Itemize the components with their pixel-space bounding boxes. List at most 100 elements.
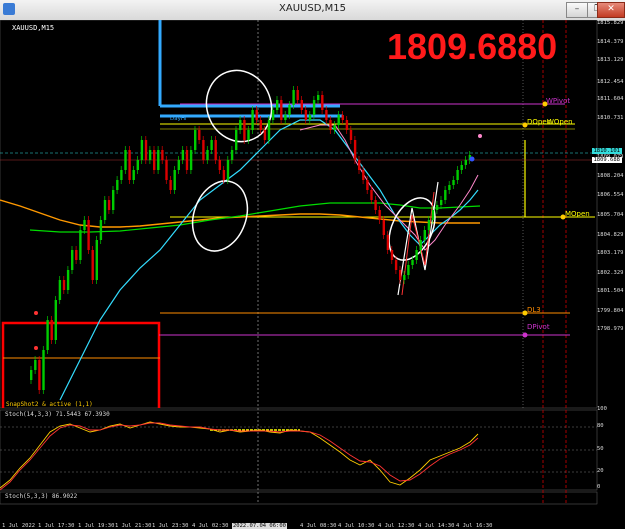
candle-body [382,220,385,235]
close-button[interactable]: ✕ [597,2,625,18]
bid-price-tag: 1809.688 [591,157,622,163]
candle-body [358,160,361,170]
candle-body [267,120,271,140]
price-axis-label: 1802.329 [597,270,624,276]
candle-body [169,180,172,190]
wopen-label: WOpen [547,118,573,126]
candle-body [128,150,131,180]
candle-body [374,200,377,210]
price-axis-label: 1811.604 [597,96,624,102]
candle-body [296,90,299,100]
title-bar: XAUUSD,M15 – ❐ ✕ [0,0,625,21]
candle-body [173,170,176,190]
candle-body [83,220,86,230]
candle-body [75,250,78,260]
candle-body [419,240,422,250]
candle-body [222,170,226,180]
candle-body [304,110,308,120]
dpivot-marker [522,332,528,338]
candle-body [91,250,94,280]
price-axis-label: 1805.704 [597,212,624,218]
candle-body [300,100,303,110]
candle-body [214,140,217,160]
candle-body [337,115,340,125]
candle-body [235,130,238,150]
price-axis-label: 1799.804 [597,308,624,314]
candle-body [165,160,168,180]
candle-body [157,150,160,170]
candle-body [456,170,459,180]
candle-body [345,120,349,130]
candle-body [444,190,447,200]
dl3-label: DL3 [527,306,541,314]
time-axis-label: 4 Jul 08:30 [300,523,337,529]
window-title: XAUUSD,M15 [279,3,346,14]
snapshot-label: SnapShot2 & active (1,1) [6,401,93,408]
candle-body [276,100,279,110]
candle-body [46,320,49,350]
candle-body [124,150,127,170]
candle-body [198,130,201,140]
price-axis-label: 1812.454 [597,79,624,85]
price-axis-label: 1801.504 [597,288,624,294]
candle-body [403,275,406,280]
price-axis-label: 1803.179 [597,250,624,256]
wpivot-label: WPivot [546,97,571,105]
candle-body [411,260,414,265]
candle-body [292,90,295,105]
candle-body [423,230,426,240]
candle-body [144,140,148,160]
price-axis-label: 1813.129 [597,57,624,63]
candle-body [325,110,328,120]
minimize-button[interactable]: – [566,2,588,18]
candle-body [30,370,33,380]
time-axis-label: 2022.07.04 06:00 [232,523,287,529]
candle-body [464,160,467,165]
time-axis-label: 4 Jul 10:30 [338,523,375,529]
stoch-axis-20: 20 [597,468,604,474]
dpivot-label: DPivot [527,323,550,331]
mopen-label: MOpen [565,210,590,218]
candle-body [407,265,410,275]
candle-body [271,110,275,120]
price-axis-label: 1808.204 [597,173,624,179]
big-price-display: 1809.6880 [387,26,558,67]
candle-body [321,95,324,110]
candle-body [435,205,439,210]
candle-body [112,190,115,210]
chart-canvas [0,20,598,505]
candle-body [95,240,98,280]
price-axis-label: 1814.379 [597,39,624,45]
price-chart[interactable]: XAUUSD,M15 1809.6880 DayHi WPivot DOpen … [0,20,625,529]
candle-body [255,110,258,120]
candle-body [366,180,369,190]
time-axis-label: 1 Jul 17:30 [38,523,75,529]
price-axis-label: 1806.554 [597,192,624,198]
candle-body [399,270,402,280]
candle-body [333,125,336,130]
candle-body [185,150,189,170]
candle-body [239,120,242,130]
candle-body [440,200,443,205]
time-axis-label: 1 Jul 19:30 [78,523,115,529]
price-axis-label: 1798.979 [597,326,624,332]
candle-body [353,140,357,160]
candle-body [181,150,185,160]
candle-body [362,170,365,180]
candle-body [99,220,103,240]
candle-body [349,130,353,140]
candle-body [136,160,139,170]
candle-body [263,130,267,140]
candle-body [284,115,287,120]
stoch-axis-80: 80 [597,423,604,429]
candle-body [194,130,197,150]
candle-body [317,95,320,100]
time-axis-label: 1 Jul 2022 [2,523,36,529]
time-axis-label: 1 Jul 23:30 [152,523,189,529]
candle-body [189,150,193,170]
candle-body [54,300,57,340]
candle-body [103,200,107,220]
candle-body [243,120,246,140]
time-axis-label: 4 Jul 16:30 [456,523,493,529]
candle-body [431,210,435,220]
